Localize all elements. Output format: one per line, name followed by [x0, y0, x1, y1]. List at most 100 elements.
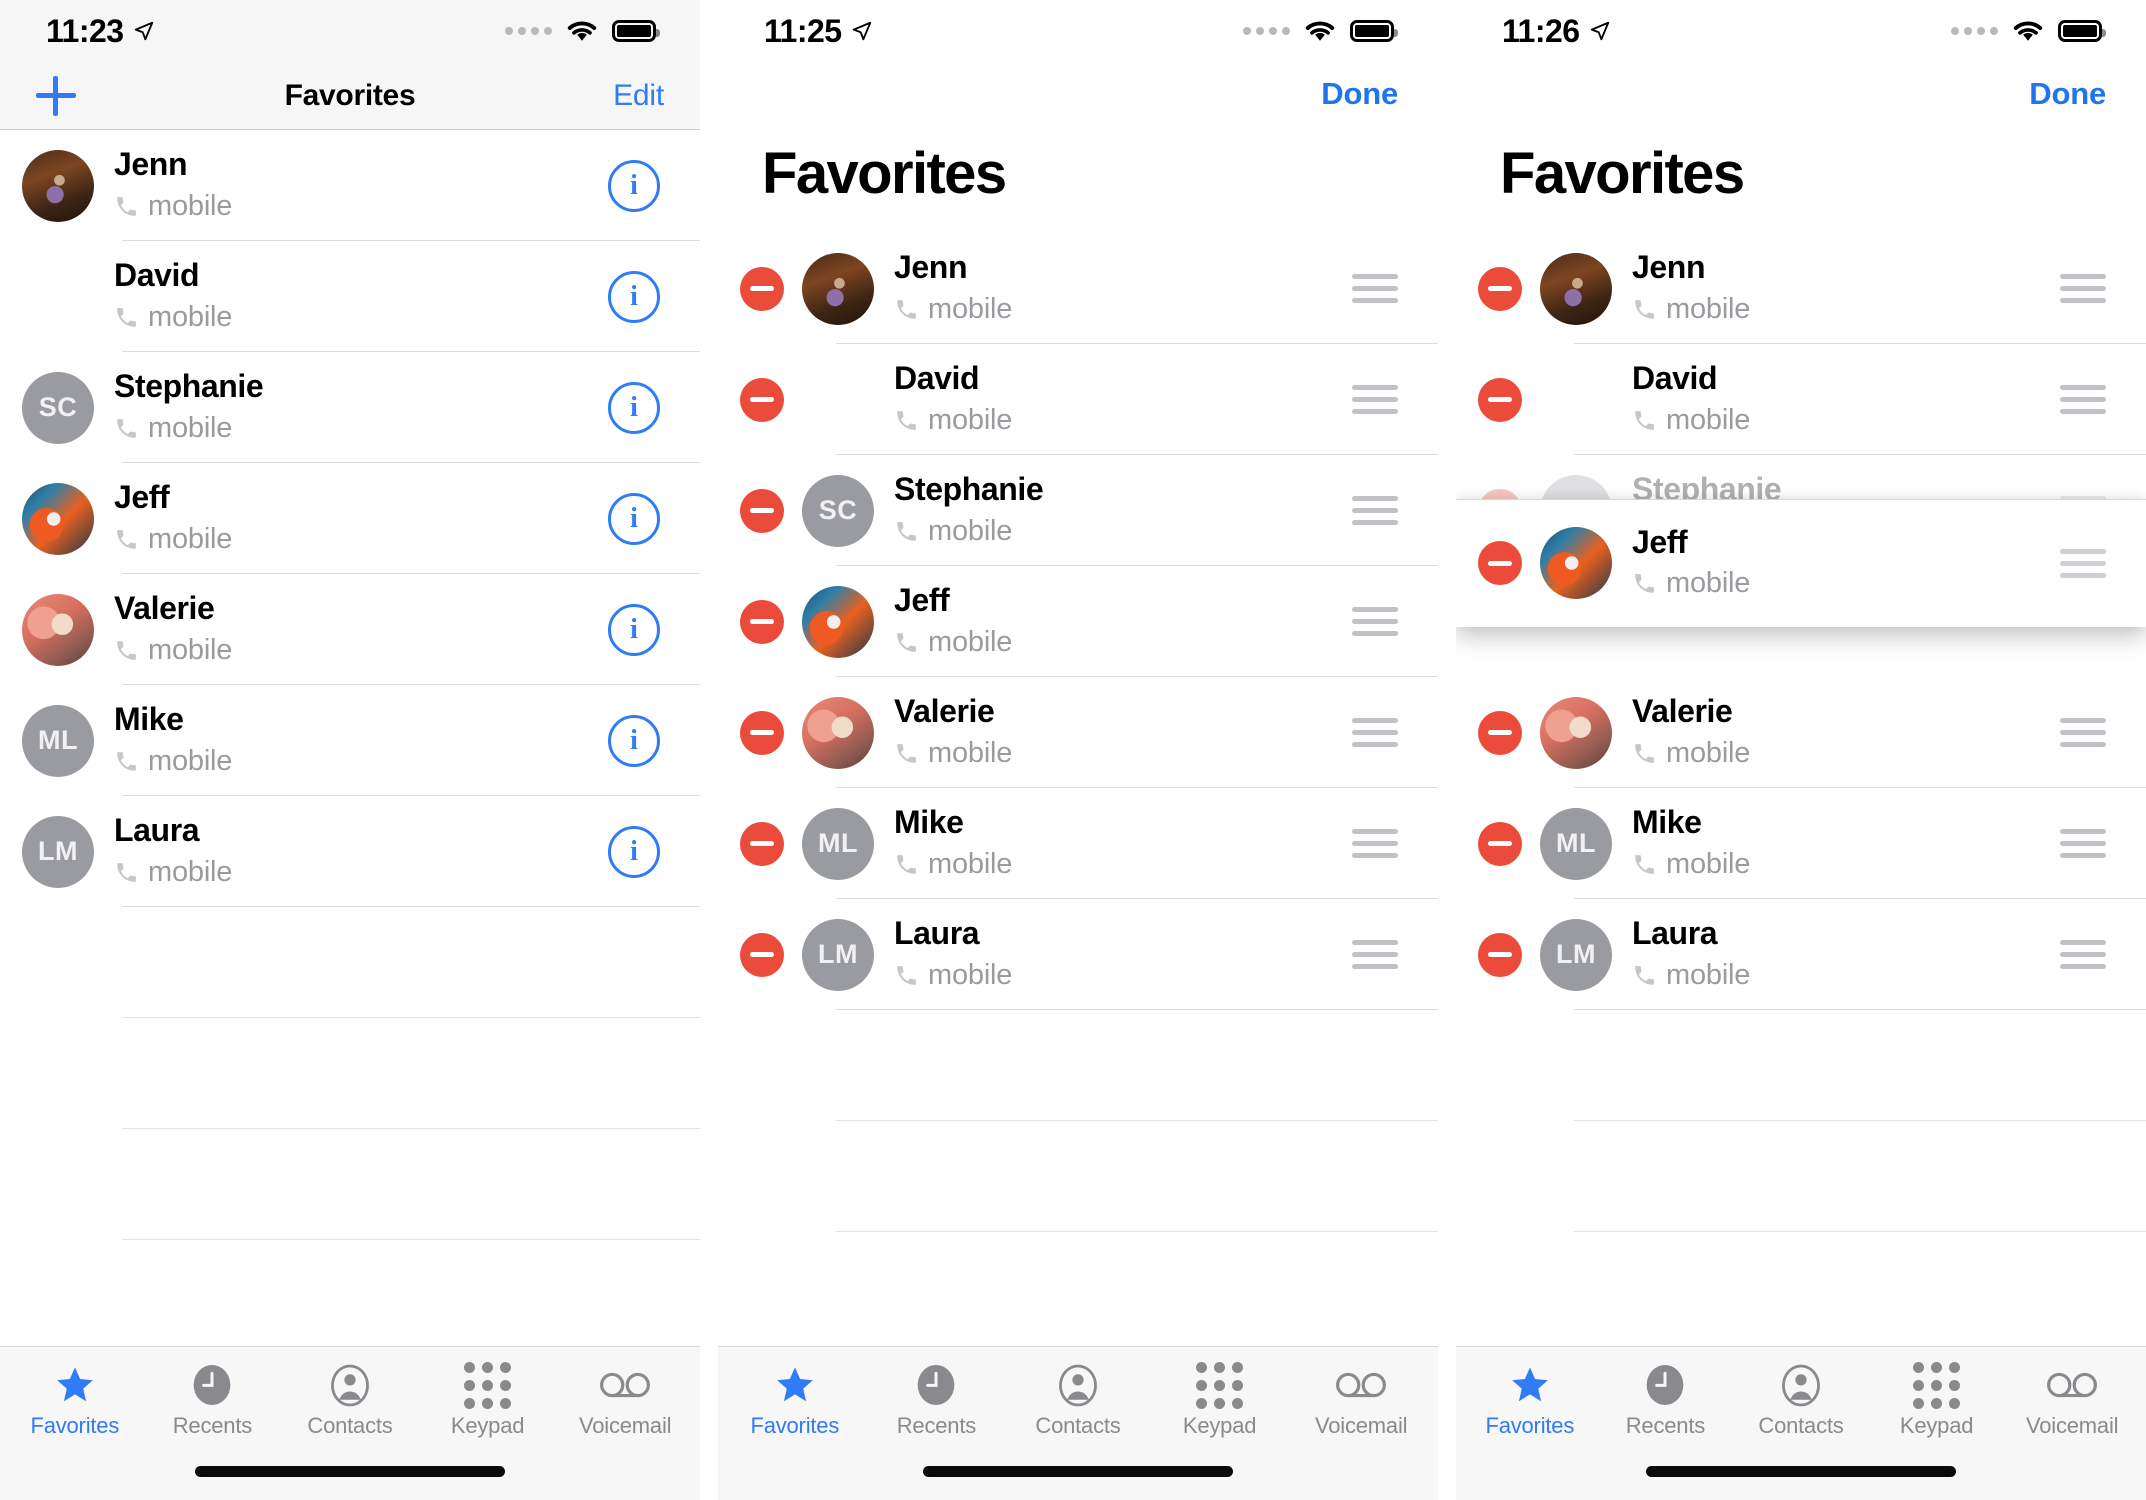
drag-handle-icon[interactable]: [1352, 829, 1398, 858]
minus-circle-icon[interactable]: [740, 932, 784, 977]
info-glyph: i: [630, 724, 638, 756]
table-row[interactable]: Jenn mobile i: [0, 130, 700, 241]
table-row[interactable]: Valerie mobile: [1456, 677, 2146, 788]
minus-circle-icon[interactable]: [740, 710, 784, 755]
minus-circle-icon[interactable]: [740, 488, 784, 533]
info-button[interactable]: i: [608, 270, 660, 323]
table-row-dragging[interactable]: Jeff mobile: [1456, 499, 2146, 627]
info-button[interactable]: i: [608, 714, 660, 767]
minus-circle-icon[interactable]: [1478, 932, 1522, 977]
table-row[interactable]: David mobile: [718, 344, 1438, 455]
info-button[interactable]: i: [608, 492, 660, 545]
table-row[interactable]: Jeff mobile: [718, 566, 1438, 677]
minus-circle-icon[interactable]: [1478, 377, 1522, 422]
home-indicator[interactable]: [923, 1465, 1233, 1477]
table-row[interactable]: ML Mike mobile: [1456, 788, 2146, 899]
phone-handset-icon: [897, 521, 916, 541]
drag-handle-icon[interactable]: [2060, 829, 2106, 858]
drag-handle-icon[interactable]: [1352, 385, 1398, 414]
tab-keypad[interactable]: Keypad: [1869, 1361, 2005, 1439]
contact-label: mobile: [1666, 567, 1751, 600]
minus-circle-icon[interactable]: [740, 821, 784, 866]
minus-circle-icon[interactable]: [740, 266, 784, 311]
drag-handle-icon[interactable]: [2060, 718, 2106, 747]
table-row[interactable]: ML Mike mobile: [718, 788, 1438, 899]
avatar: [1540, 252, 1612, 325]
avatar: [22, 482, 94, 555]
info-button[interactable]: i: [608, 825, 660, 878]
info-button[interactable]: i: [608, 603, 660, 656]
tab-favorites[interactable]: Favorites: [724, 1363, 866, 1439]
drag-handle-icon[interactable]: [1352, 940, 1398, 969]
drag-handle-icon[interactable]: [2060, 940, 2106, 969]
drag-handle-icon[interactable]: [1352, 274, 1398, 303]
phone-handset-icon: [117, 751, 136, 771]
contact-name: David: [1632, 360, 1718, 397]
add-favorite-button[interactable]: [36, 75, 76, 116]
table-row[interactable]: ML Mike mobile i: [0, 685, 700, 796]
drag-handle-icon[interactable]: [2060, 274, 2106, 303]
drag-handle-icon[interactable]: [1352, 496, 1398, 525]
table-row[interactable]: Valerie mobile i: [0, 574, 700, 685]
table-row[interactable]: SC Stephanie mobile i: [0, 352, 700, 463]
tab-label: Contacts: [1758, 1413, 1844, 1438]
page-title: Favorites: [762, 141, 1007, 206]
home-indicator[interactable]: [195, 1465, 505, 1477]
avatar: [22, 593, 94, 666]
done-button[interactable]: Done: [1321, 76, 1398, 112]
tab-keypad[interactable]: Keypad: [419, 1361, 557, 1439]
info-button[interactable]: i: [608, 381, 660, 434]
clock-icon: [192, 1363, 232, 1407]
tab-voicemail[interactable]: Voicemail: [1290, 1363, 1432, 1439]
tab-contacts[interactable]: Contacts: [1007, 1363, 1149, 1439]
tab-recents[interactable]: Recents: [1598, 1363, 1734, 1439]
tab-voicemail[interactable]: Voicemail: [556, 1363, 694, 1439]
minus-circle-icon[interactable]: [740, 599, 784, 644]
tab-favorites[interactable]: Favorites: [1462, 1363, 1598, 1439]
tab-favorites[interactable]: Favorites: [6, 1363, 144, 1439]
table-row[interactable]: SC Stephanie mobile: [718, 455, 1438, 566]
edit-button[interactable]: Edit: [613, 79, 664, 113]
person-circle-icon: [1781, 1363, 1821, 1407]
contact-label: mobile: [148, 633, 233, 666]
minus-circle-icon[interactable]: [1478, 710, 1522, 755]
table-row[interactable]: Jeff mobile i: [0, 463, 700, 574]
row-text: Laura mobile: [1632, 917, 2060, 992]
minus-circle-icon[interactable]: [1478, 266, 1522, 311]
favorites-list: Jenn mobile i David mobile i SC Stephani…: [0, 130, 700, 1346]
contact-name: Laura: [894, 915, 980, 952]
tab-voicemail[interactable]: Voicemail: [2004, 1363, 2140, 1439]
table-row[interactable]: David mobile: [1456, 344, 2146, 455]
table-row[interactable]: David mobile i: [0, 241, 700, 352]
drag-handle-icon[interactable]: [2060, 548, 2106, 578]
tab-recents[interactable]: Recents: [144, 1363, 282, 1439]
table-row[interactable]: Jenn mobile: [1456, 233, 2146, 344]
contact-name: Jenn: [894, 249, 968, 286]
tab-contacts[interactable]: Contacts: [281, 1363, 419, 1439]
done-button[interactable]: Done: [2029, 76, 2106, 112]
minus-circle-icon[interactable]: [740, 377, 784, 422]
home-indicator[interactable]: [1646, 1465, 1956, 1477]
avatar-initials: ML: [818, 828, 858, 858]
table-row[interactable]: LM Laura mobile i: [0, 796, 700, 907]
table-row[interactable]: LM Laura mobile: [718, 899, 1438, 1010]
contact-label: mobile: [1666, 847, 1751, 880]
table-row[interactable]: LM Laura mobile: [1456, 899, 2146, 1010]
drag-handle-icon[interactable]: [1352, 607, 1398, 636]
table-row[interactable]: Valerie mobile: [718, 677, 1438, 788]
info-glyph: i: [630, 502, 638, 534]
table-row[interactable]: Jenn mobile: [718, 233, 1438, 344]
avatar: LM: [22, 815, 94, 888]
edit-header: Done Favorites: [718, 62, 1438, 233]
minus-circle-icon[interactable]: [1478, 541, 1522, 585]
contact-label: mobile: [1666, 403, 1751, 436]
drag-handle-icon[interactable]: [2060, 385, 2106, 414]
minus-circle-icon[interactable]: [1478, 821, 1522, 866]
person-circle-icon: [330, 1363, 370, 1407]
status-time: 11:26: [1502, 12, 1580, 49]
tab-keypad[interactable]: Keypad: [1149, 1361, 1291, 1439]
drag-handle-icon[interactable]: [1352, 718, 1398, 747]
tab-contacts[interactable]: Contacts: [1733, 1363, 1869, 1439]
info-button[interactable]: i: [608, 159, 660, 212]
tab-recents[interactable]: Recents: [866, 1363, 1008, 1439]
